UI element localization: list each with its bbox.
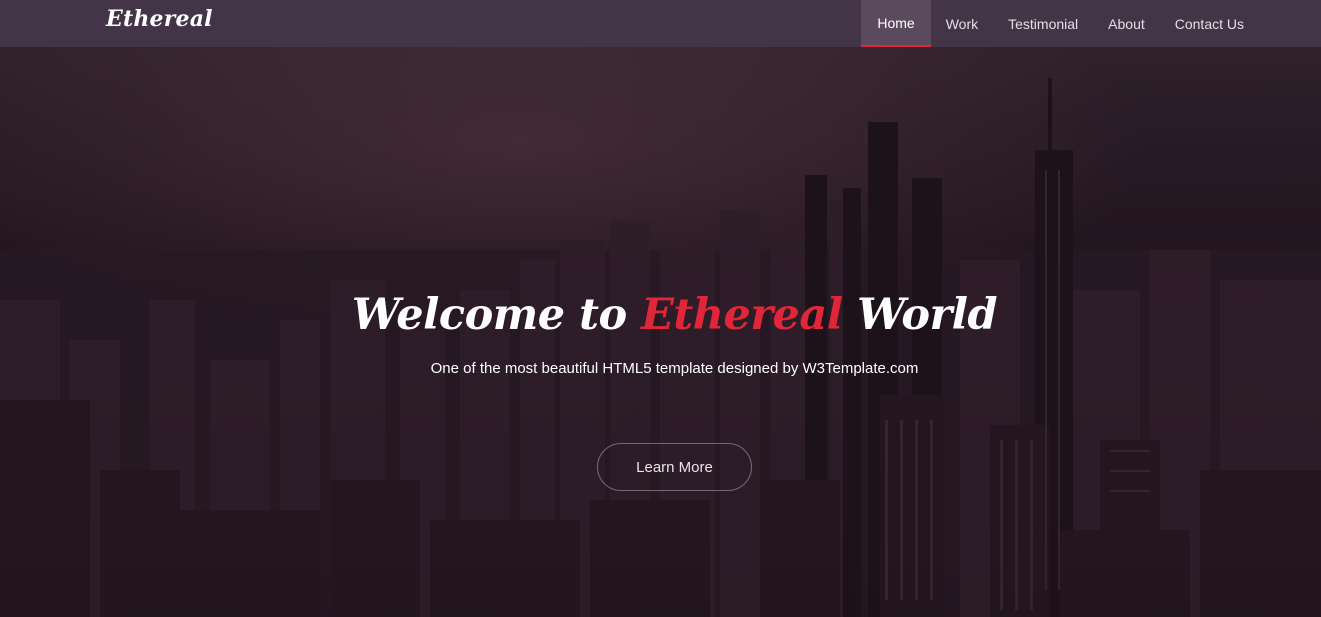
hero-title-accent: Ethereal bbox=[641, 290, 843, 340]
nav-item-testimonial[interactable]: Testimonial bbox=[993, 0, 1093, 47]
nav-item-about[interactable]: About bbox=[1093, 0, 1160, 47]
nav-item-work[interactable]: Work bbox=[931, 0, 993, 47]
hero-title-after: World bbox=[842, 290, 998, 340]
hero-title: Welcome to Ethereal World bbox=[0, 290, 1321, 340]
navbar: Ethereal Home Work Testimonial About Con… bbox=[0, 0, 1321, 47]
learn-more-button[interactable]: Learn More bbox=[597, 443, 752, 491]
main-nav: Home Work Testimonial About Contact Us bbox=[861, 0, 1259, 47]
nav-item-home[interactable]: Home bbox=[861, 0, 931, 47]
hero-content: Welcome to Ethereal World One of the mos… bbox=[0, 290, 1321, 377]
hero-subtitle: One of the most beautiful HTML5 template… bbox=[430, 360, 919, 377]
hero-title-before: Welcome to bbox=[351, 290, 642, 340]
nav-item-contact-us[interactable]: Contact Us bbox=[1160, 0, 1259, 47]
brand-logo[interactable]: Ethereal bbox=[106, 6, 213, 32]
